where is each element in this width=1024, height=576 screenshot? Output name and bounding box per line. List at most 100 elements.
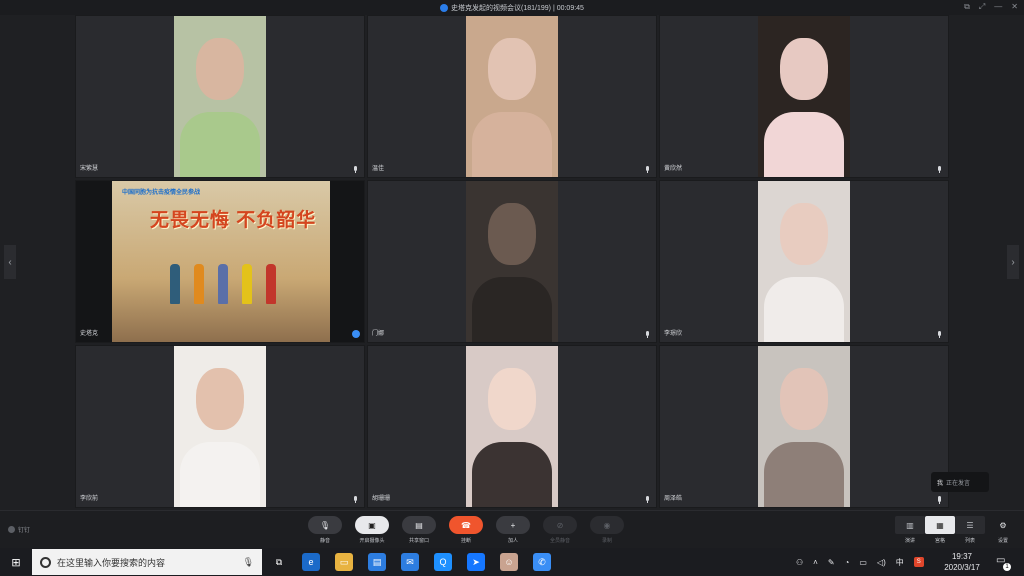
participant-video xyxy=(466,16,558,177)
dingtalk-icon[interactable]: ➤ xyxy=(467,553,485,571)
poster-banner: 中国同胞为抗击疫情全民参战 xyxy=(122,190,201,196)
participant-video xyxy=(466,181,558,342)
settings-button[interactable]: ⚙ 设置 xyxy=(990,516,1016,545)
avatar-app-icon[interactable]: ☺ xyxy=(500,553,518,571)
participant-tile[interactable]: 中国同胞为抗击疫情全民参战无畏无悔 不负韶华史塔克 xyxy=(75,180,365,343)
camera-label: 开启摄像头 xyxy=(359,538,385,544)
participant-tile[interactable]: 胡珊珊 xyxy=(367,345,657,508)
search-placeholder: 在这里输入你要搜索的内容 xyxy=(57,557,166,568)
participant-name: 门娜 xyxy=(372,331,385,337)
view-list-label: 列表 xyxy=(964,538,975,544)
mute-all-icon: ⊘ xyxy=(556,520,564,530)
participant-face xyxy=(196,38,244,100)
cortana-icon xyxy=(40,556,51,568)
participant-tile[interactable]: 黄欣然 xyxy=(659,15,949,178)
taskbar-clock[interactable]: 19:37 2020/3/17 xyxy=(936,551,988,573)
mute-label: 静音 xyxy=(319,538,330,544)
shared-screen-poster: 中国同胞为抗击疫情全民参战无畏无悔 不负韶华 xyxy=(112,181,330,342)
dingtalk-meeting-icon[interactable]: ✆ xyxy=(533,553,551,571)
minimize-icon[interactable]: — xyxy=(994,2,1002,12)
pin-label: 钉钉 xyxy=(18,528,31,534)
record-button[interactable]: ◉ 录制 xyxy=(590,516,624,544)
clock-date: 2020/3/17 xyxy=(944,563,980,572)
poster-slogan: 无畏无悔 不负韶华 xyxy=(150,210,317,231)
microphone-icon: 🎙 xyxy=(319,520,331,530)
chevron-left-icon: ‹ xyxy=(8,256,12,268)
participant-body xyxy=(764,112,844,177)
close-icon[interactable]: ✕ xyxy=(1011,2,1018,12)
pen-icon[interactable]: ✎ xyxy=(828,558,835,567)
participant-video xyxy=(758,16,850,177)
add-label: 加人 xyxy=(507,538,518,544)
speaker-view-icon: ▥ xyxy=(906,520,914,530)
hangup-label: 挂断 xyxy=(460,538,471,544)
pin-icon xyxy=(8,526,15,533)
task-view-icon[interactable]: ⧉ xyxy=(270,553,288,571)
windows-taskbar: ⊞ 在这里输入你要搜索的内容 🎙 ⧉ e ▭ ▤ ✉ Q ➤ ☺ ✆ ⚇ ˄ ✎ ◔ ▭ ◁) … xyxy=(0,548,1024,576)
battery-icon[interactable]: ▭ xyxy=(859,558,867,567)
participant-tile[interactable]: 温佳 xyxy=(367,15,657,178)
participant-tile[interactable]: 门娜 xyxy=(367,180,657,343)
notification-count: 1 xyxy=(1003,563,1011,571)
mail-icon[interactable]: ✉ xyxy=(401,553,419,571)
participant-name: 黄欣然 xyxy=(664,166,683,172)
screen-share-icon: ▤ xyxy=(415,520,423,530)
pin-toggle[interactable]: 钉钉 xyxy=(8,525,30,534)
poster-figure xyxy=(194,264,204,304)
participant-video xyxy=(758,346,850,507)
participant-body xyxy=(472,112,552,177)
meeting-toolbar: 钉钉 🎙 静音 ▣ 开启摄像头 ▤ 共享窗口 ☎ 挂断 + 加人 ⊘ 全员静音 … xyxy=(0,510,1024,548)
poster-figure xyxy=(266,264,276,304)
title-wrap: 史塔克发起的视频会议(181/199) | 00:09:45 xyxy=(440,3,584,13)
volume-icon[interactable]: ◁) xyxy=(877,558,886,567)
next-page-button[interactable]: › xyxy=(1007,245,1019,279)
view-grid-button[interactable]: ▦ 宫格 xyxy=(925,516,955,544)
system-tray: ⚇ ˄ ✎ ◔ ▭ ◁) 中 S xyxy=(796,548,924,576)
people-icon[interactable]: ⚇ xyxy=(796,558,803,567)
video-stage: ‹ › 宋紫慧 温佳 黄欣然 中国同胞为抗击疫情全民参战 无畏无悔 不负韶华 史塔克 门娜李… xyxy=(0,15,1024,510)
prev-page-button[interactable]: ‹ xyxy=(4,245,16,279)
restore-icon[interactable]: ⧉ xyxy=(964,2,970,12)
participant-tile[interactable]: 宋紫慧 xyxy=(75,15,365,178)
windows-logo-icon: ⊞ xyxy=(11,556,21,569)
store-icon[interactable]: ▤ xyxy=(368,553,386,571)
hangup-button[interactable]: ☎ 挂断 xyxy=(449,516,483,544)
view-speaker-label: 演讲 xyxy=(904,538,915,544)
chevron-right-icon: › xyxy=(1011,256,1015,268)
camera-icon: ▣ xyxy=(368,520,376,530)
taskbar-search[interactable]: 在这里输入你要搜索的内容 🎙 xyxy=(32,549,262,575)
participant-tile[interactable]: 周泽皓 xyxy=(659,345,949,508)
participant-body xyxy=(180,442,260,507)
share-window-button[interactable]: ▤ 共享窗口 xyxy=(402,516,436,544)
fullscreen-icon[interactable]: ⤢ xyxy=(979,2,985,12)
participant-mic-icon xyxy=(937,331,942,338)
ime-indicator[interactable]: 中 xyxy=(896,557,904,568)
participant-tile[interactable]: 李欣前 xyxy=(75,345,365,508)
record-label: 录制 xyxy=(601,538,612,544)
mute-all-button[interactable]: ⊘ 全员静音 xyxy=(543,516,577,544)
voice-search-icon[interactable]: 🎙 xyxy=(243,557,254,568)
settings-label: 设置 xyxy=(997,538,1008,544)
tray-chevron-icon[interactable]: ˄ xyxy=(813,558,818,567)
speaker-mic-icon xyxy=(937,497,942,504)
record-icon: ◉ xyxy=(603,520,611,530)
window-controls: ⧉ ⤢ — ✕ xyxy=(964,2,1018,12)
view-speaker-button[interactable]: ▥ 演讲 xyxy=(895,516,925,544)
view-list-button[interactable]: ☰ 列表 xyxy=(955,516,985,544)
sogou-ime-icon[interactable]: S xyxy=(913,557,924,567)
participant-mic-icon xyxy=(353,166,358,173)
mute-all-label: 全员静音 xyxy=(549,538,570,544)
edge-icon[interactable]: e xyxy=(302,553,320,571)
add-person-button[interactable]: + 加人 xyxy=(496,516,530,544)
participant-name: 史塔克 xyxy=(80,331,99,337)
file-explorer-icon[interactable]: ▭ xyxy=(335,553,353,571)
title-bar: 史塔克发起的视频会议(181/199) | 00:09:45 ⧉ ⤢ — ✕ xyxy=(0,0,1024,15)
participant-tile[interactable]: 李璟欣 xyxy=(659,180,949,343)
add-user-icon: + xyxy=(510,520,516,530)
network-icon[interactable]: ◔ xyxy=(845,558,850,567)
mute-button[interactable]: 🎙 静音 xyxy=(308,516,342,544)
gear-icon: ⚙ xyxy=(999,520,1007,530)
browser-icon[interactable]: Q xyxy=(434,553,452,571)
camera-button[interactable]: ▣ 开启摄像头 xyxy=(355,516,389,544)
start-button[interactable]: ⊞ xyxy=(0,548,32,576)
